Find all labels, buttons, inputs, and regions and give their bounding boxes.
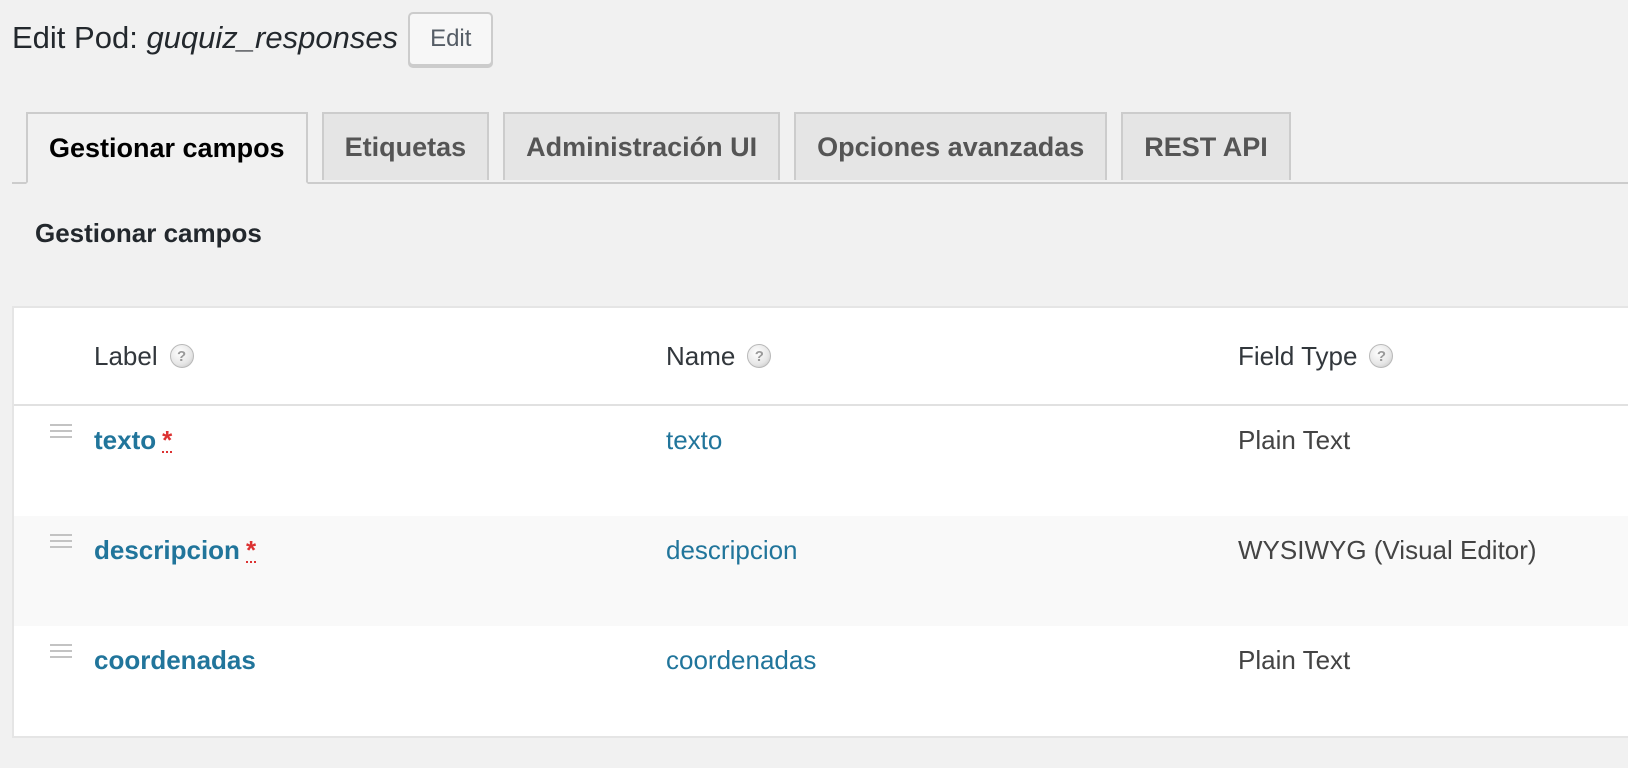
field-type-cell: WYSIWYG (Visual Editor) bbox=[1238, 535, 1537, 565]
tab-rest-api[interactable]: REST API bbox=[1121, 112, 1291, 180]
fields-table: Label ? Name ? Field Type ? texto * texto… bbox=[12, 306, 1628, 738]
column-header-label-text: Label bbox=[94, 340, 158, 371]
tabs-bar: Gestionar campos Etiquetas Administració… bbox=[12, 112, 1628, 184]
column-header-name-text: Name bbox=[666, 340, 736, 371]
field-name-cell: descripcion bbox=[666, 534, 798, 566]
field-label-link[interactable]: texto bbox=[94, 425, 156, 455]
required-marker: * bbox=[245, 535, 257, 565]
title-row: Edit Pod: guquiz_responses Edit bbox=[12, 8, 494, 68]
column-header-field-type-text: Field Type bbox=[1238, 340, 1358, 371]
tab-administracion-ui[interactable]: Administración UI bbox=[503, 112, 781, 180]
table-row: coordenadas coordenadas Plain Text bbox=[14, 626, 1628, 736]
drag-handle-icon[interactable] bbox=[50, 424, 72, 438]
column-header-label: Label ? bbox=[94, 308, 194, 404]
table-header: Label ? Name ? Field Type ? bbox=[14, 308, 1628, 406]
field-label-link[interactable]: descripcion bbox=[94, 535, 240, 565]
required-marker: * bbox=[162, 425, 173, 455]
edit-pod-page: Edit Pod: guquiz_responses Edit Gestiona… bbox=[0, 0, 1628, 768]
field-label-cell: coordenadas bbox=[94, 644, 256, 676]
column-header-field-type: Field Type ? bbox=[1238, 308, 1394, 404]
tab-list: Gestionar campos Etiquetas Administració… bbox=[26, 112, 1305, 184]
tab-gestionar-campos[interactable]: Gestionar campos bbox=[26, 112, 308, 184]
page-title-prefix: Edit Pod: bbox=[12, 20, 138, 55]
pod-name: guquiz_responses bbox=[146, 20, 399, 55]
edit-pod-button[interactable]: Edit bbox=[408, 12, 494, 66]
drag-handle-icon[interactable] bbox=[50, 644, 72, 658]
field-name-cell: texto bbox=[666, 424, 722, 456]
question-mark-icon[interactable]: ? bbox=[747, 344, 772, 368]
field-label-cell: descripcion * bbox=[94, 534, 257, 566]
question-mark-icon[interactable]: ? bbox=[1369, 344, 1394, 368]
table-row: descripcion * descripcion WYSIWYG (Visual… bbox=[14, 516, 1628, 626]
field-name-cell: coordenadas bbox=[666, 644, 816, 676]
field-name-link[interactable]: coordenadas bbox=[666, 645, 816, 675]
field-type-cell: Plain Text bbox=[1238, 645, 1351, 675]
tab-etiquetas[interactable]: Etiquetas bbox=[321, 112, 490, 180]
table-row: texto * texto Plain Text bbox=[14, 406, 1628, 516]
drag-handle-icon[interactable] bbox=[50, 534, 72, 548]
question-mark-icon[interactable]: ? bbox=[169, 344, 194, 368]
field-label-link[interactable]: coordenadas bbox=[94, 645, 256, 675]
tab-opciones-avanzadas[interactable]: Opciones avanzadas bbox=[794, 112, 1108, 180]
section-heading: Gestionar campos bbox=[35, 218, 262, 248]
field-name-link[interactable]: descripcion bbox=[666, 535, 798, 565]
field-name-link[interactable]: texto bbox=[666, 425, 722, 455]
field-type-cell: Plain Text bbox=[1238, 425, 1351, 455]
column-header-name: Name ? bbox=[666, 308, 772, 404]
page-title: Edit Pod: guquiz_responses bbox=[12, 20, 398, 56]
field-label-cell: texto * bbox=[94, 424, 173, 456]
